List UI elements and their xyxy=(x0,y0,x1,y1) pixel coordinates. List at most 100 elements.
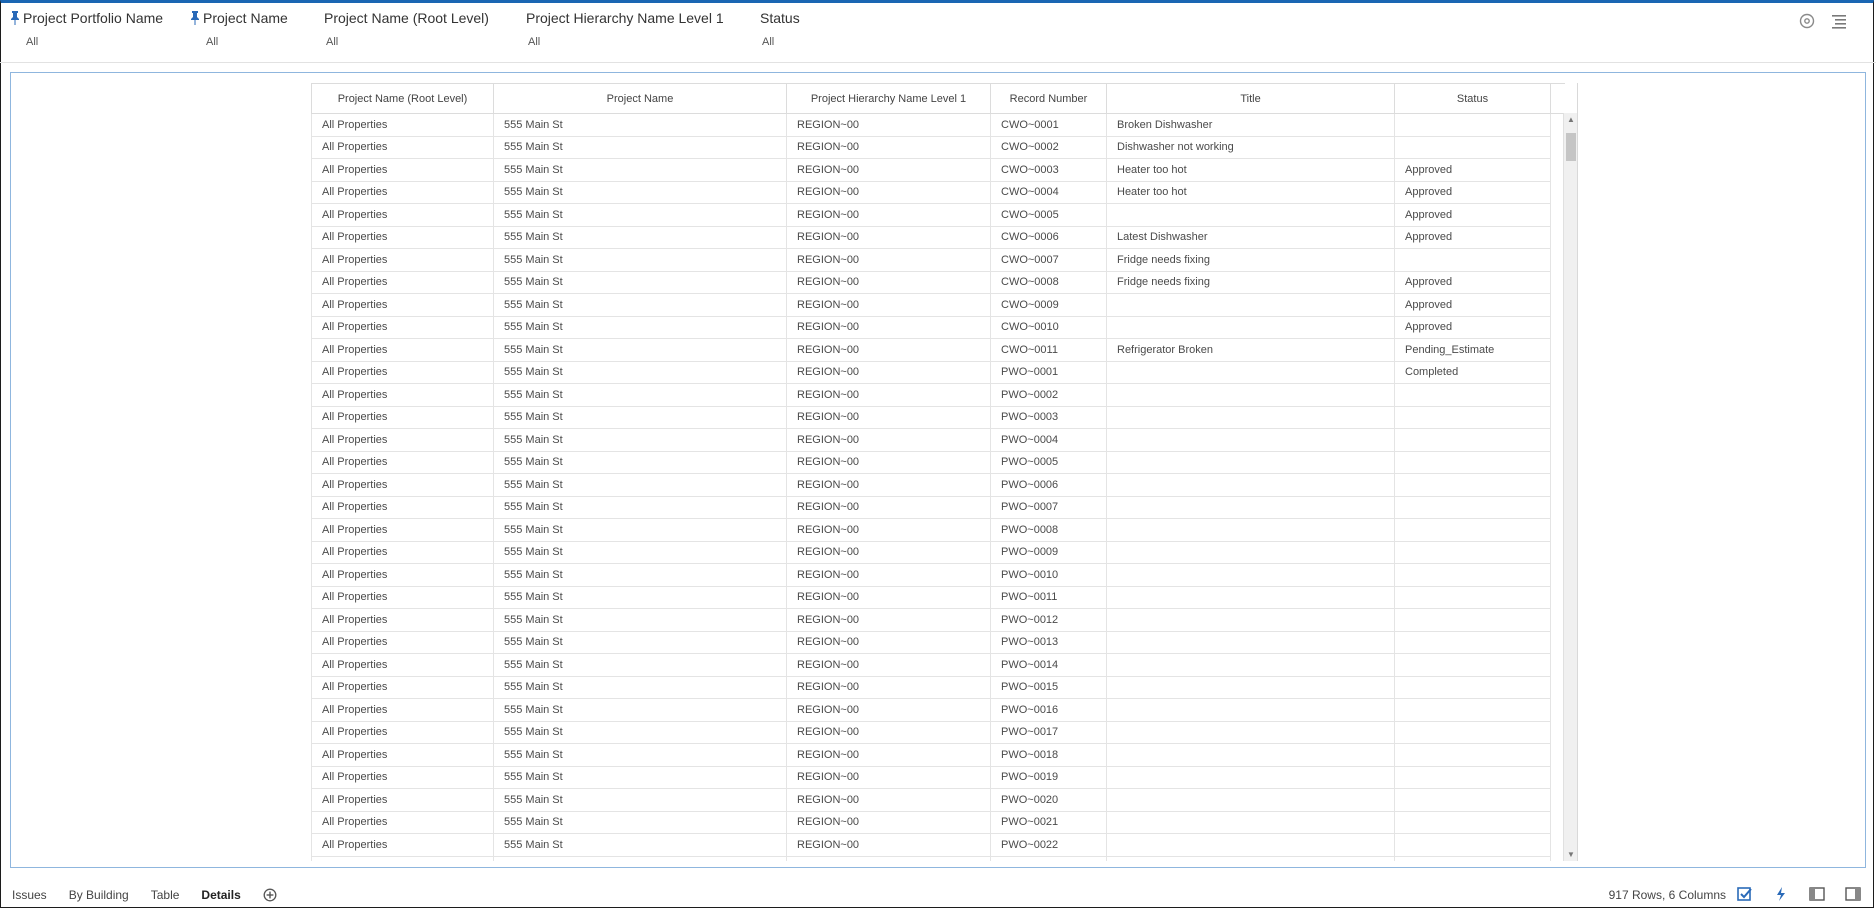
table-cell[interactable]: 555 Main St xyxy=(493,338,787,362)
left-panel-icon[interactable] xyxy=(1808,885,1826,903)
table-cell[interactable] xyxy=(1106,698,1395,722)
table-cell[interactable]: All Properties xyxy=(311,383,494,407)
table-cell[interactable]: 555 Main St xyxy=(493,630,787,654)
table-cell[interactable]: 555 Main St xyxy=(493,270,787,294)
table-cell[interactable]: PWO~0018 xyxy=(990,743,1107,767)
table-cell[interactable]: CWO~0010 xyxy=(990,315,1107,339)
table-cell[interactable] xyxy=(1106,810,1395,834)
table-cell[interactable] xyxy=(1394,653,1551,677)
table-cell[interactable]: REGION~00 xyxy=(786,315,991,339)
table-cell[interactable]: All Properties xyxy=(311,293,494,317)
table-row[interactable]: All Properties 555 Main St REGION~00 CWO~00… xyxy=(311,315,1565,339)
table-cell[interactable]: Refrigerator Broken xyxy=(1106,338,1395,362)
table-cell[interactable]: REGION~00 xyxy=(786,113,991,137)
table-cell[interactable] xyxy=(1106,518,1395,542)
table-cell[interactable]: REGION~00 xyxy=(786,698,991,722)
auto-update-icon[interactable] xyxy=(1736,885,1754,903)
table-cell[interactable]: All Properties xyxy=(311,450,494,474)
table-cell[interactable]: PWO~0016 xyxy=(990,698,1107,722)
table-cell[interactable]: All Properties xyxy=(311,405,494,429)
table-cell[interactable]: CWO~0011 xyxy=(990,338,1107,362)
table-cell[interactable]: CWO~0002 xyxy=(990,135,1107,159)
table-cell[interactable]: All Properties xyxy=(311,585,494,609)
table-cell[interactable]: PWO~0021 xyxy=(990,810,1107,834)
table-cell[interactable] xyxy=(1394,405,1551,429)
table-cell[interactable] xyxy=(1106,675,1395,699)
table-cell[interactable]: 555 Main St xyxy=(493,585,787,609)
table-cell[interactable]: REGION~00 xyxy=(786,855,991,861)
table-row[interactable]: All Properties555 Main StREGION~00PWO~00… xyxy=(311,450,1565,474)
table-cell[interactable] xyxy=(1394,518,1551,542)
table-cell[interactable]: REGION~00 xyxy=(786,675,991,699)
table-cell[interactable] xyxy=(1106,293,1395,317)
table-row[interactable]: All Properties 555 Main St REGION~00 CWO~00… xyxy=(311,270,1565,294)
table-cell[interactable]: All Properties xyxy=(311,765,494,789)
table-cell[interactable]: All Properties xyxy=(311,135,494,159)
table-cell[interactable] xyxy=(1106,765,1395,789)
table-cell[interactable]: REGION~00 xyxy=(786,360,991,384)
table-cell[interactable]: REGION~00 xyxy=(786,563,991,587)
table-row[interactable]: All Properties 555 Main St REGION~00 CWO~00… xyxy=(311,158,1565,182)
table-cell[interactable]: 555 Main St xyxy=(493,743,787,767)
table-cell[interactable]: REGION~00 xyxy=(786,473,991,497)
table-cell[interactable]: CWO~0004 xyxy=(990,180,1107,204)
add-tab-icon[interactable] xyxy=(263,888,277,902)
table-cell[interactable]: PWO~0023 xyxy=(990,855,1107,861)
table-cell[interactable]: REGION~00 xyxy=(786,248,991,272)
table-cell[interactable]: All Properties xyxy=(311,428,494,452)
table-cell[interactable] xyxy=(1394,450,1551,474)
table-cell[interactable]: 555 Main St xyxy=(493,675,787,699)
table-row[interactable]: All Properties555 Main StREGION~00PWO~00… xyxy=(311,540,1565,564)
table-cell[interactable]: All Properties xyxy=(311,225,494,249)
table-cell[interactable]: Heater too hot xyxy=(1106,180,1395,204)
table-cell[interactable] xyxy=(1394,833,1551,857)
table-cell[interactable]: REGION~00 xyxy=(786,180,991,204)
column-header[interactable]: Project Name (Root Level) xyxy=(311,83,494,114)
table-cell[interactable] xyxy=(1394,608,1551,632)
table-cell[interactable]: Dishwasher not working xyxy=(1106,135,1395,159)
tab-by-building[interactable]: By Building xyxy=(69,888,129,902)
table-cell[interactable]: Approved xyxy=(1394,180,1551,204)
table-row[interactable]: All Properties555 Main StREGION~00PWO~00… xyxy=(311,405,1565,429)
table-cell[interactable] xyxy=(1394,495,1551,519)
filter-settings-icon[interactable] xyxy=(1798,12,1816,30)
table-cell[interactable]: PWO~0014 xyxy=(990,653,1107,677)
table-cell[interactable]: Approved xyxy=(1394,203,1551,227)
table-cell[interactable]: 555 Main St xyxy=(493,653,787,677)
table-cell[interactable]: CWO~0008 xyxy=(990,270,1107,294)
table-row[interactable]: All Properties 555 Main St REGION~00 CWO~00… xyxy=(311,203,1565,227)
table-cell[interactable]: CWO~0001 xyxy=(990,113,1107,137)
filter-value[interactable]: All xyxy=(10,36,163,48)
table-cell[interactable]: REGION~00 xyxy=(786,518,991,542)
table-cell[interactable] xyxy=(1394,383,1551,407)
menu-icon[interactable] xyxy=(1830,12,1848,30)
table-cell[interactable]: 555 Main St xyxy=(493,765,787,789)
vertical-scrollbar[interactable]: ▲ ▼ xyxy=(1563,113,1577,861)
table-cell[interactable] xyxy=(1106,720,1395,744)
table-row[interactable]: All Properties555 Main StREGION~00PWO~00… xyxy=(311,563,1565,587)
table-cell[interactable] xyxy=(1106,653,1395,677)
table-cell[interactable]: 555 Main St xyxy=(493,450,787,474)
column-header[interactable]: Record Number xyxy=(990,83,1107,114)
table-cell[interactable]: Approved xyxy=(1394,293,1551,317)
table-cell[interactable]: 555 Main St xyxy=(493,428,787,452)
table-cell[interactable] xyxy=(1394,135,1551,159)
table-cell[interactable] xyxy=(1394,113,1551,137)
table-cell[interactable] xyxy=(1394,743,1551,767)
table-cell[interactable] xyxy=(1106,855,1395,861)
table-cell[interactable]: All Properties xyxy=(311,338,494,362)
table-cell[interactable]: REGION~00 xyxy=(786,720,991,744)
table-cell[interactable] xyxy=(1106,473,1395,497)
table-cell[interactable]: Approved xyxy=(1394,270,1551,294)
table-cell[interactable]: PWO~0002 xyxy=(990,383,1107,407)
table-cell[interactable]: Pending_Estimate xyxy=(1394,338,1551,362)
table-cell[interactable] xyxy=(1106,315,1395,339)
table-cell[interactable]: Fridge needs fixing xyxy=(1106,248,1395,272)
table-cell[interactable] xyxy=(1106,743,1395,767)
column-header[interactable]: Title xyxy=(1106,83,1395,114)
table-cell[interactable]: 555 Main St xyxy=(493,810,787,834)
table-cell[interactable]: 555 Main St xyxy=(493,135,787,159)
table-row[interactable]: All Properties 555 Main St REGION~00 CWO~00… xyxy=(311,248,1565,272)
table-row[interactable]: All Properties555 Main StREGION~00PWO~00… xyxy=(311,608,1565,632)
table-cell[interactable]: REGION~00 xyxy=(786,653,991,677)
